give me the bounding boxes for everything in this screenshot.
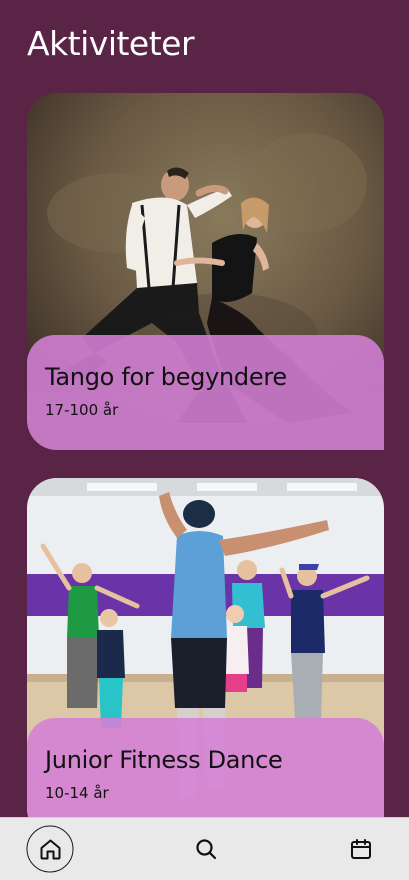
activity-age-range: 17-100 år	[45, 401, 119, 419]
activity-name: Tango for begyndere	[45, 363, 287, 391]
activities-screen: Aktiviteter Tango for begyndere 17-100 å…	[0, 0, 409, 880]
activity-age-range: 10-14 år	[45, 784, 109, 802]
nav-search-button[interactable]	[191, 834, 221, 864]
page-title: Aktiviteter	[27, 24, 195, 63]
calendar-icon	[351, 839, 371, 859]
activity-card-info: Tango for begyndere 17-100 år	[27, 335, 384, 450]
bottom-navigation	[0, 817, 409, 880]
activity-card-tango[interactable]: Tango for begyndere 17-100 år	[27, 93, 384, 450]
activity-card-junior-fitness[interactable]: Junior Fitness Dance 10-14 år	[27, 478, 384, 838]
activity-name: Junior Fitness Dance	[45, 746, 283, 774]
home-icon	[40, 839, 60, 859]
nav-home-button[interactable]	[26, 825, 74, 873]
search-icon	[196, 839, 217, 860]
nav-calendar-button[interactable]	[346, 834, 376, 864]
